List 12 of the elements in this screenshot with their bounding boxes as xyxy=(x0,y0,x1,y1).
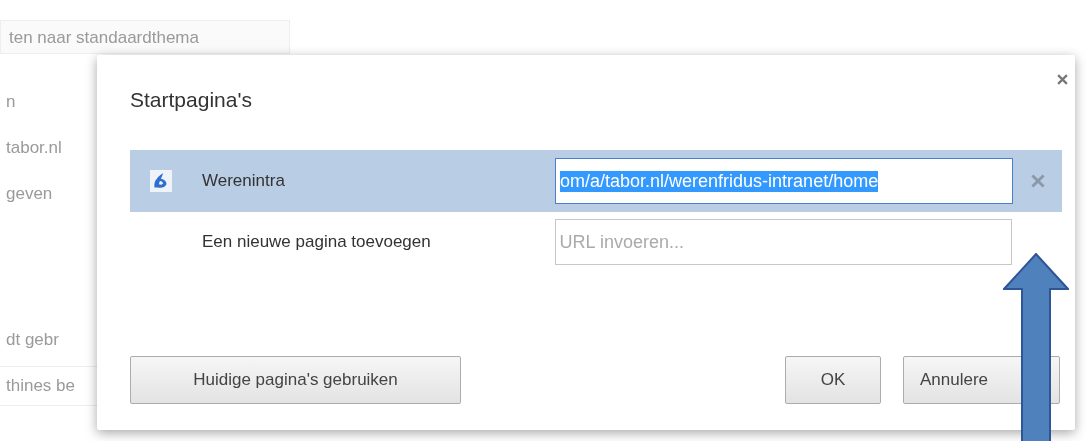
new-page-label: Een nieuwe pagina toevoegen xyxy=(201,232,432,252)
settings-text: geven xyxy=(5,183,53,205)
settings-text: tabor.nl xyxy=(5,137,62,159)
page-name: Werenintra xyxy=(202,171,286,191)
site-logo-icon xyxy=(150,170,172,192)
dialog-title: Startpagina's xyxy=(130,88,252,112)
ok-button[interactable]: OK xyxy=(785,356,881,404)
url-input-field[interactable]: URL invoeren... xyxy=(554,219,1013,265)
close-button[interactable] xyxy=(1055,72,1070,87)
settings-text: dt gebr xyxy=(5,329,59,351)
settings-text: n xyxy=(5,91,16,113)
use-current-pages-button[interactable]: Huidige pagina's gebruiken xyxy=(130,356,461,404)
